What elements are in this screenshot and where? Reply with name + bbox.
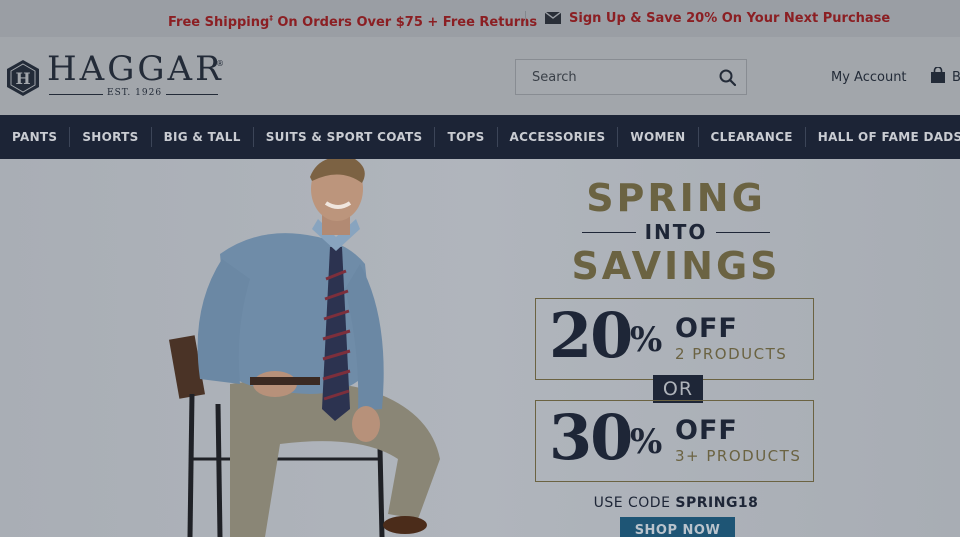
bag-link[interactable]: B bbox=[952, 70, 960, 85]
hero-model-image bbox=[168, 159, 440, 537]
promo-code-value: SPRING18 bbox=[675, 495, 759, 511]
offer-percent-value: 20 bbox=[549, 299, 633, 372]
logo-rule-right bbox=[166, 94, 218, 95]
nav-item-accessories[interactable]: ACCESSORIES bbox=[496, 127, 618, 147]
logo-rule-left bbox=[49, 94, 103, 95]
logo-wordmark: HAGGAR bbox=[47, 49, 224, 89]
svg-text:H: H bbox=[15, 69, 30, 88]
offer-box-20: 20 % OFF 2 PRODUCTS bbox=[535, 298, 814, 380]
search-icon[interactable] bbox=[719, 69, 736, 86]
offer-box-30: 30 % OFF 3+ PRODUCTS bbox=[535, 400, 814, 482]
main-nav: PANTS SHORTS BIG & TALL SUITS & SPORT CO… bbox=[0, 115, 960, 159]
nav-item-women[interactable]: WOMEN bbox=[617, 127, 697, 147]
offer-off-label: OFF bbox=[675, 313, 738, 344]
shop-now-button[interactable]: SHOP NOW bbox=[620, 517, 735, 537]
free-shipping-link[interactable]: Free Shipping‡ On Orders Over $75 + Free… bbox=[168, 0, 537, 37]
nav-item-pants[interactable]: PANTS bbox=[0, 127, 69, 147]
hero-headline-spring: SPRING bbox=[586, 176, 766, 220]
offer-condition: 2 PRODUCTS bbox=[675, 345, 788, 363]
hero-rule-right bbox=[716, 232, 770, 233]
free-shipping-label: Free Shipping bbox=[168, 15, 270, 30]
mail-icon bbox=[545, 12, 561, 24]
offer-percent-sign: % bbox=[630, 422, 663, 462]
logo-established: EST. 1926 bbox=[107, 88, 163, 98]
nav-item-clearance[interactable]: CLEARANCE bbox=[697, 127, 805, 147]
hero-headline-savings: SAVINGS bbox=[571, 244, 781, 288]
hero-banner[interactable]: SPRING INTO SAVINGS 20 % OFF 2 PRODUCTS … bbox=[0, 159, 960, 537]
promo-code-prefix: USE CODE bbox=[593, 495, 676, 511]
promo-bar: Free Shipping‡ On Orders Over $75 + Free… bbox=[0, 0, 960, 37]
offer-percent-value: 30 bbox=[549, 401, 633, 474]
nav-item-hall-of-fame-dads[interactable]: HALL OF FAME DADS bbox=[804, 127, 960, 147]
offer-condition: 3+ PRODUCTS bbox=[675, 447, 802, 465]
shopping-bag-icon[interactable] bbox=[930, 67, 946, 84]
my-account-link[interactable]: My Account bbox=[831, 70, 907, 85]
free-shipping-details: On Orders Over $75 + Free Returns bbox=[272, 15, 538, 30]
search-input[interactable] bbox=[516, 60, 711, 94]
nav-item-tops[interactable]: TOPS bbox=[434, 127, 496, 147]
nav-item-suits-sport-coats[interactable]: SUITS & SPORT COATS bbox=[252, 127, 435, 147]
nav-item-big-tall[interactable]: BIG & TALL bbox=[150, 127, 253, 147]
promo-divider bbox=[525, 11, 526, 26]
site-header: H HAGGAR ® EST. 1926 My Account B bbox=[0, 37, 960, 115]
offer-percent-sign: % bbox=[630, 320, 663, 360]
or-badge: OR bbox=[653, 375, 703, 403]
search-box bbox=[515, 59, 747, 95]
promo-code-text: USE CODE SPRING18 bbox=[560, 495, 792, 511]
nav-item-shorts[interactable]: SHORTS bbox=[69, 127, 150, 147]
logo-registered-mark: ® bbox=[216, 59, 224, 68]
signup-link[interactable]: Sign Up & Save 20% On Your Next Purchase bbox=[569, 0, 890, 37]
logo-mark-icon: H bbox=[7, 60, 39, 96]
offer-off-label: OFF bbox=[675, 415, 738, 446]
